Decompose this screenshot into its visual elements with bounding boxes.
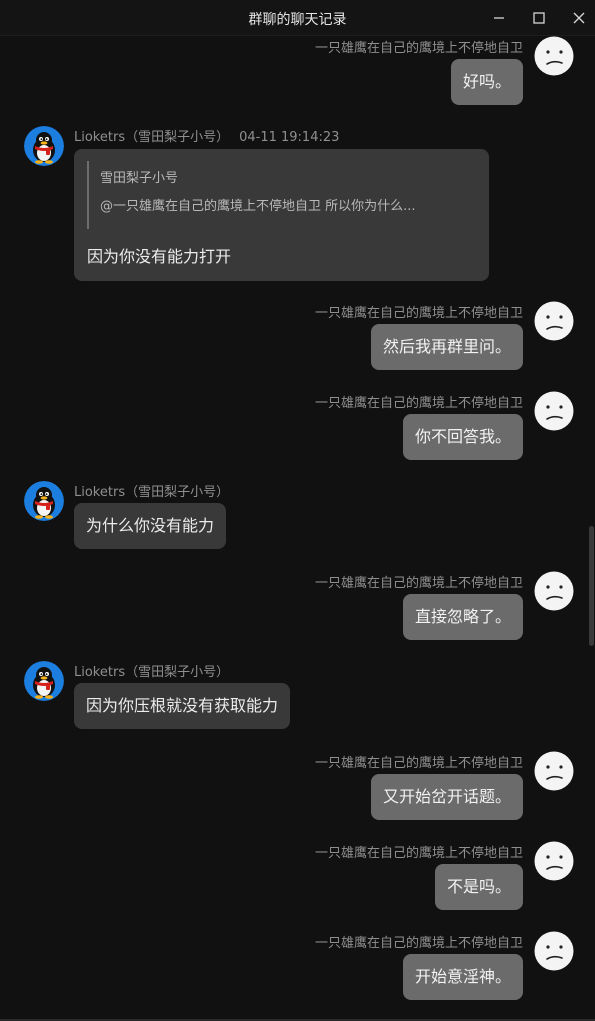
sender-name: Lioketrs（雪田梨子小号）	[74, 485, 230, 500]
sender-name: 一只雄鹰在自己的鹰境上不停地自卫	[314, 306, 523, 321]
sender-name: 一只雄鹰在自己的鹰境上不停地自卫	[314, 41, 523, 56]
message-bubble[interactable]: 直接忽略了。	[402, 594, 523, 640]
minimize-button[interactable]	[484, 6, 514, 30]
face-avatar-icon[interactable]	[534, 301, 574, 341]
sender-name: 一只雄鹰在自己的鹰境上不停地自卫	[314, 846, 523, 861]
close-icon	[573, 12, 585, 24]
sender-name: 一只雄鹰在自己的鹰境上不停地自卫	[314, 396, 523, 411]
sender-name: 一只雄鹰在自己的鹰境上不停地自卫	[314, 576, 523, 591]
face-avatar-icon[interactable]	[534, 571, 574, 611]
message-time: 04-11 19:14:23	[239, 130, 340, 145]
quote-bar	[87, 161, 89, 229]
message-bubble[interactable]: 不是吗。	[434, 864, 523, 910]
sender-line: Lioketrs（雪田梨子小号） 04-11 19:14:23	[74, 126, 339, 145]
maximize-icon	[533, 12, 545, 24]
face-avatar-icon[interactable]	[534, 36, 574, 76]
sender-name: Lioketrs（雪田梨子小号）	[74, 130, 230, 145]
face-avatar-icon[interactable]	[534, 931, 574, 971]
penguin-avatar-icon[interactable]	[24, 661, 64, 701]
face-avatar-icon[interactable]	[534, 391, 574, 431]
message-bubble[interactable]: 好吗。	[450, 59, 523, 105]
message-bubble[interactable]: 开始意淫神。	[402, 954, 523, 1000]
quote-author: 雪田梨子小号	[100, 171, 179, 186]
sender-name: Lioketrs（雪田梨子小号）	[74, 665, 230, 680]
message-bubble[interactable]: 因为你压根就没有获取能力	[74, 683, 291, 729]
message-bubble[interactable]: 又开始岔开话题。	[370, 774, 523, 820]
minimize-icon	[494, 17, 504, 19]
message-bubble[interactable]: 然后我再群里问。	[370, 324, 523, 370]
penguin-avatar-icon[interactable]	[24, 126, 64, 166]
sender-name: 一只雄鹰在自己的鹰境上不停地自卫	[314, 936, 523, 951]
face-avatar-icon[interactable]	[534, 841, 574, 881]
quote-text[interactable]: @一只雄鹰在自己的鹰境上不停地自卫 所以你为什么...	[100, 195, 475, 214]
penguin-avatar-icon[interactable]	[24, 481, 64, 521]
message-bubble[interactable]: 为什么你没有能力	[74, 503, 227, 549]
reply-text: 因为你没有能力打开	[87, 247, 232, 266]
face-avatar-icon[interactable]	[534, 751, 574, 791]
scrollbar-thumb[interactable]	[589, 526, 594, 646]
chat-history[interactable]: 一只雄鹰在自己的鹰境上不停地自卫 好吗。 Lioketrs（雪田梨子小号） 04-…	[0, 36, 595, 1019]
message-bubble[interactable]: 你不回答我。	[402, 414, 523, 460]
close-button[interactable]	[564, 6, 594, 30]
maximize-button[interactable]	[524, 6, 554, 30]
quote-message-bubble[interactable]: 雪田梨子小号 @一只雄鹰在自己的鹰境上不停地自卫 所以你为什么... 因为你没有…	[74, 149, 489, 281]
sender-name: 一只雄鹰在自己的鹰境上不停地自卫	[314, 756, 523, 771]
title-bar: 群聊的聊天记录	[0, 0, 595, 36]
